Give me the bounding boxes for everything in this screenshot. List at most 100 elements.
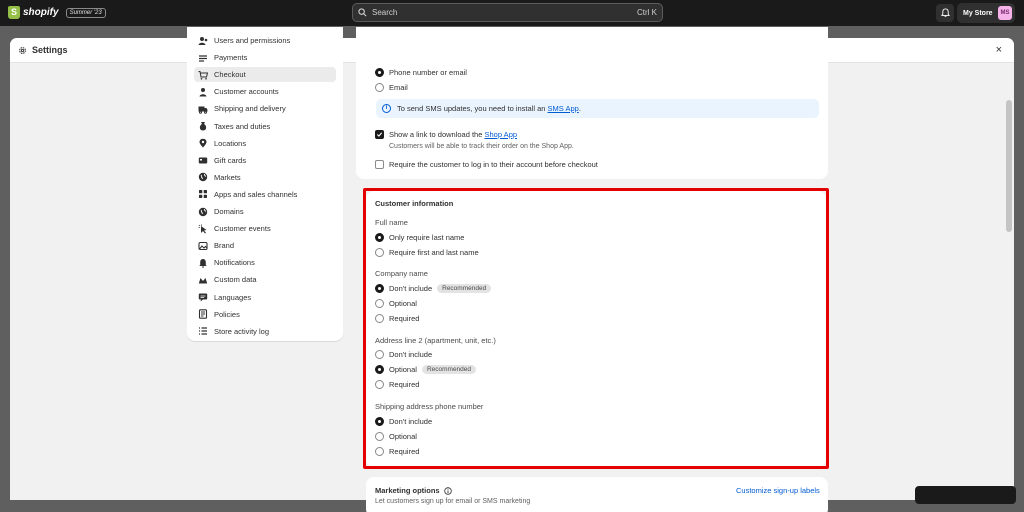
- globe-icon: [198, 172, 208, 182]
- sidebar-item-policies[interactable]: Policies: [194, 307, 336, 322]
- sidebar-item-users-and-permissions[interactable]: Users and permissions: [194, 33, 336, 48]
- language-icon: [198, 292, 208, 302]
- globe-icon: [198, 207, 208, 217]
- floating-panel: [915, 486, 1016, 504]
- sidebar-item-payments[interactable]: Payments: [194, 50, 336, 65]
- gear-icon: [19, 46, 26, 54]
- recommended-badge: Recommended: [437, 284, 492, 293]
- sidebar-item-label: Checkout: [214, 70, 246, 80]
- radio[interactable]: [375, 248, 384, 257]
- full-name-option-last[interactable]: Only require last name: [375, 233, 464, 242]
- info-icon: i: [382, 104, 391, 113]
- contact-option-email[interactable]: Email: [375, 83, 408, 92]
- marketing-subtitle: Let customers sign up for email or SMS m…: [375, 498, 531, 505]
- company-option-dont-include[interactable]: Don't include Recommended: [375, 284, 492, 293]
- radio-selected[interactable]: [375, 417, 384, 426]
- radio-selected[interactable]: [375, 68, 384, 77]
- customize-signup-labels-link[interactable]: Customize sign-up labels: [736, 486, 820, 495]
- sidebar-item-label: Locations: [214, 138, 247, 148]
- sidebar-item-locations[interactable]: Locations: [194, 136, 336, 151]
- require-login-checkbox-row[interactable]: Require the customer to log in to their …: [375, 160, 598, 169]
- sidebar-item-gift-cards[interactable]: Gift cards: [194, 153, 336, 168]
- radio[interactable]: [375, 447, 384, 456]
- close-button[interactable]: ×: [996, 44, 1002, 56]
- sidebar-item-checkout[interactable]: Checkout: [194, 67, 336, 83]
- sidebar-item-shipping-and-delivery[interactable]: Shipping and delivery: [194, 101, 336, 116]
- list-icon: [198, 326, 208, 336]
- radio[interactable]: [375, 432, 384, 441]
- payments-icon: [198, 53, 208, 63]
- shop-app-link[interactable]: Shop App: [485, 130, 518, 139]
- shop-app-checkbox-row[interactable]: Show a link to download the Shop App: [375, 130, 517, 139]
- address-line2-label: Address line 2 (apartment, unit, etc.): [375, 336, 496, 345]
- person-icon: [198, 87, 208, 97]
- sidebar-item-apps-and-sales-channels[interactable]: Apps and sales channels: [194, 187, 336, 202]
- radio-selected[interactable]: [375, 233, 384, 242]
- sidebar-item-notifications[interactable]: Notifications: [194, 255, 336, 270]
- store-menu-button[interactable]: My Store MS: [957, 3, 1015, 23]
- radio-selected[interactable]: [375, 284, 384, 293]
- policy-icon: [198, 309, 208, 319]
- marketing-title: Marketing options: [375, 486, 440, 495]
- checkbox-label: Require the customer to log in to their …: [389, 160, 598, 169]
- phone-option-required[interactable]: Required: [375, 447, 419, 456]
- sidebar-item-label: Shipping and delivery: [214, 104, 286, 114]
- radio[interactable]: [375, 380, 384, 389]
- shop-app-help: Customers will be able to track their or…: [389, 143, 574, 150]
- store-name: My Store: [963, 9, 993, 17]
- sidebar-item-markets[interactable]: Markets: [194, 170, 336, 185]
- sidebar-item-label: Customer events: [214, 224, 271, 234]
- page-title: Settings: [32, 45, 68, 55]
- option-label: Required: [389, 447, 420, 456]
- radio[interactable]: [375, 350, 384, 359]
- address-option-dont-include[interactable]: Don't include: [375, 350, 432, 359]
- radio[interactable]: [375, 83, 384, 92]
- sidebar-item-label: Taxes and duties: [214, 121, 271, 131]
- notifications-button[interactable]: [936, 4, 954, 22]
- address-option-optional[interactable]: Optional Recommended: [375, 365, 477, 374]
- sidebar-item-label: Payments: [214, 53, 248, 63]
- radio-selected[interactable]: [375, 365, 384, 374]
- truck-icon: [198, 104, 208, 114]
- sidebar-item-label: Apps and sales channels: [214, 189, 298, 199]
- sidebar-item-label: Domains: [214, 207, 244, 216]
- company-option-optional[interactable]: Optional: [375, 299, 417, 308]
- radio[interactable]: [375, 299, 384, 308]
- phone-option-optional[interactable]: Optional: [375, 432, 417, 441]
- sidebar-item-customer-events[interactable]: Customer events: [194, 221, 336, 236]
- cart-icon: [198, 70, 208, 80]
- full-name-label: Full name: [375, 218, 408, 227]
- sms-app-link[interactable]: SMS App: [548, 104, 579, 113]
- sidebar-item-languages[interactable]: Languages: [194, 290, 336, 305]
- option-label: Don't include: [389, 284, 433, 293]
- bell-icon: [198, 258, 208, 268]
- sidebar-item-brand[interactable]: Brand: [194, 238, 336, 253]
- sidebar-item-domains[interactable]: Domains: [194, 204, 336, 219]
- address-option-required[interactable]: Required: [375, 380, 419, 389]
- info-icon[interactable]: [443, 486, 452, 495]
- phone-option-dont-include[interactable]: Don't include: [375, 417, 432, 426]
- sidebar-item-customer-accounts[interactable]: Customer accounts: [194, 84, 336, 99]
- sidebar-item-label: Brand: [214, 241, 235, 251]
- contact-option-phone-email[interactable]: Phone number or email: [375, 68, 467, 77]
- sidebar-item-taxes-and-duties[interactable]: Taxes and duties: [194, 119, 336, 134]
- radio[interactable]: [375, 314, 384, 323]
- edition-badge: Summer '23: [65, 7, 106, 18]
- scrollbar[interactable]: [1006, 100, 1012, 232]
- cursor-icon: [198, 224, 208, 234]
- top-bar: S shopify Summer '23 Search Ctrl K My St…: [0, 0, 1024, 26]
- highlight-box: [363, 188, 829, 469]
- search-bar[interactable]: Search Ctrl K: [352, 3, 663, 22]
- sidebar-item-store-activity-log[interactable]: Store activity log: [194, 324, 336, 339]
- sidebar-item-label: Policies: [214, 309, 240, 319]
- checkbox-checked[interactable]: [375, 130, 384, 139]
- full-name-option-first-last[interactable]: Require first and last name: [375, 248, 479, 257]
- option-label: Optional: [389, 299, 417, 308]
- users-icon: [198, 36, 208, 46]
- checkbox[interactable]: [375, 160, 384, 169]
- brand-icon: [198, 241, 208, 251]
- sidebar-item-custom-data[interactable]: Custom data: [194, 272, 336, 287]
- info-period: .: [578, 104, 581, 113]
- company-option-required[interactable]: Required: [375, 314, 419, 323]
- shopify-logo[interactable]: S shopify Summer '23: [8, 6, 106, 19]
